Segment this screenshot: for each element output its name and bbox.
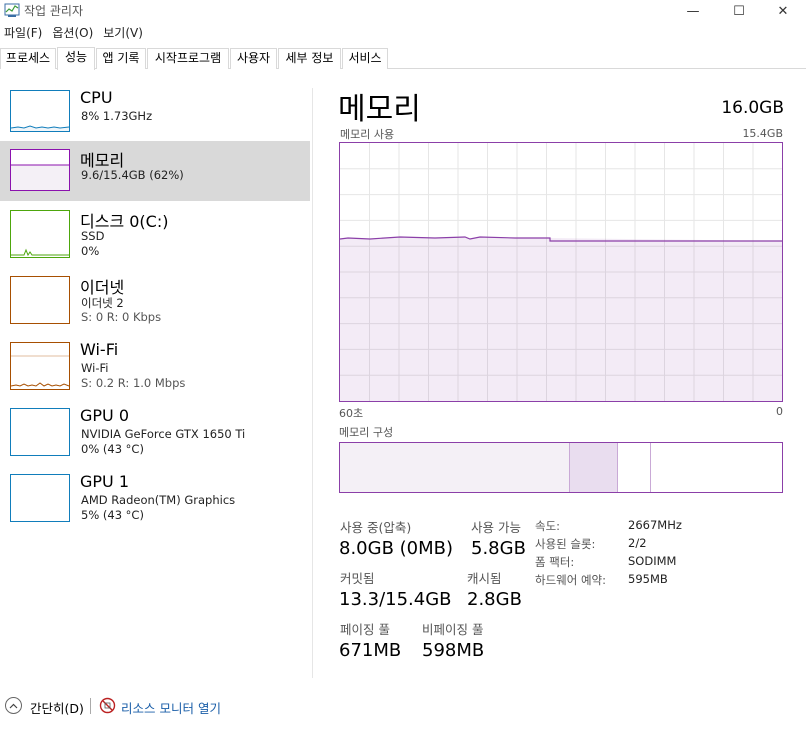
ethernet-thumbnail-graph xyxy=(10,276,70,324)
tab-services[interactable]: 서비스 xyxy=(342,48,388,69)
slots-label: 사용된 슬롯: xyxy=(535,537,596,551)
close-button[interactable]: ✕ xyxy=(760,0,806,22)
disk-type: SSD xyxy=(81,229,105,243)
gpu0-name: NVIDIA GeForce GTX 1650 Ti xyxy=(81,427,246,441)
menu-file[interactable]: 파일(F) xyxy=(0,23,46,43)
composition-standby xyxy=(618,443,651,492)
memory-usage-graph xyxy=(339,142,783,402)
device-list: CPU 8% 1.73GHz 메모리 9.6/15.4GB (62%) 디스크 … xyxy=(0,70,313,678)
open-resource-monitor-link[interactable]: 리소스 모니터 열기 xyxy=(121,698,221,717)
hardware-reserved-value: 595MB xyxy=(628,572,668,586)
gpu0-thumbnail-graph xyxy=(10,408,70,456)
task-manager-icon xyxy=(4,3,20,17)
speed-label: 속도: xyxy=(535,519,561,533)
composition-modified xyxy=(570,443,618,492)
nonpaged-pool-label: 비페이징 풀 xyxy=(422,622,484,637)
gpu1-thumbnail-graph xyxy=(10,474,70,522)
cpu-thumbnail-graph xyxy=(10,90,70,132)
tab-bar: 프로세스 성능 앱 기록 시작프로그램 사용자 세부 정보 서비스 xyxy=(0,47,806,70)
gpu1-title: GPU 1 xyxy=(80,472,130,491)
gpu0-usage: 0% (43 °C) xyxy=(81,442,144,456)
composition-free xyxy=(651,443,782,492)
ethernet-adapter: 이더넷 2 xyxy=(81,296,124,310)
time-axis-right: 0 xyxy=(776,405,783,418)
gpu1-name: AMD Radeon(TM) Graphics xyxy=(81,493,236,507)
footer: 간단히(D) 리소스 모니터 열기 xyxy=(0,690,806,720)
memory-usage-chart xyxy=(340,143,782,401)
device-cpu[interactable]: CPU 8% 1.73GHz xyxy=(0,84,310,146)
usage-graph-label: 메모리 사용 xyxy=(340,128,395,141)
menu-bar: 파일(F) 옵션(O) 보기(V) xyxy=(0,23,149,43)
composition-in-use xyxy=(340,443,570,492)
menu-options[interactable]: 옵션(O) xyxy=(48,23,97,43)
cpu-usage: 8% 1.73GHz xyxy=(81,109,153,123)
tab-processes[interactable]: 프로세스 xyxy=(0,48,56,69)
wifi-thumbnail-graph xyxy=(10,342,70,390)
wifi-adapter: Wi-Fi xyxy=(81,361,109,375)
menu-view[interactable]: 보기(V) xyxy=(99,23,147,43)
resource-monitor-icon[interactable] xyxy=(99,697,116,714)
available-label: 사용 가능 xyxy=(471,520,521,535)
device-memory[interactable]: 메모리 9.6/15.4GB (62%) xyxy=(0,141,310,201)
ethernet-throughput: S: 0 R: 0 Kbps xyxy=(81,310,162,324)
slots-value: 2/2 xyxy=(628,536,647,550)
in-use-label: 사용 중(압축) xyxy=(340,520,412,535)
memory-usage: 9.6/15.4GB (62%) xyxy=(81,168,184,182)
chevron-up-icon[interactable] xyxy=(5,697,22,714)
nonpaged-pool-value: 598MB xyxy=(422,640,485,661)
paged-pool-value: 671MB xyxy=(339,640,402,661)
composition-label: 메모리 구성 xyxy=(339,426,394,439)
disk-thumbnail-graph xyxy=(10,210,70,258)
pane-divider xyxy=(312,88,313,678)
tab-performance[interactable]: 성능 xyxy=(57,47,95,70)
memory-total: 16.0GB xyxy=(721,98,784,118)
device-ethernet[interactable]: 이더넷 이더넷 2 S: 0 R: 0 Kbps xyxy=(0,270,310,332)
device-wifi[interactable]: Wi-Fi Wi-Fi S: 0.2 R: 1.0 Mbps xyxy=(0,336,310,398)
in-use-value: 8.0GB (0MB) xyxy=(339,538,454,559)
committed-label: 커밋됨 xyxy=(340,571,375,586)
cached-value: 2.8GB xyxy=(467,589,522,610)
memory-composition-bar xyxy=(339,442,783,493)
hardware-reserved-label: 하드웨어 예약: xyxy=(535,573,607,587)
paged-pool-label: 페이징 풀 xyxy=(340,622,390,637)
speed-value: 2667MHz xyxy=(628,518,682,532)
available-value: 5.8GB xyxy=(471,538,526,559)
minimize-button[interactable]: — xyxy=(670,0,716,22)
tab-startup[interactable]: 시작프로그램 xyxy=(147,48,229,69)
fewer-details-button[interactable]: 간단히(D) xyxy=(30,698,84,717)
time-axis-left: 60초 xyxy=(339,407,364,420)
title-bar: 작업 관리자 — ☐ ✕ xyxy=(0,0,806,22)
tab-app-history[interactable]: 앱 기록 xyxy=(96,48,146,69)
cpu-title: CPU xyxy=(80,88,113,107)
gpu0-title: GPU 0 xyxy=(80,406,130,425)
tab-users[interactable]: 사용자 xyxy=(230,48,277,69)
memory-thumbnail-graph xyxy=(10,149,70,191)
device-disk[interactable]: 디스크 0(C:) SSD 0% xyxy=(0,204,310,266)
page-title: 메모리 xyxy=(338,92,421,127)
window-title: 작업 관리자 xyxy=(24,4,84,18)
tab-details[interactable]: 세부 정보 xyxy=(278,48,341,69)
usage-graph-max: 15.4GB xyxy=(742,127,783,140)
form-factor-value: SODIMM xyxy=(628,554,677,568)
device-gpu0[interactable]: GPU 0 NVIDIA GeForce GTX 1650 Ti 0% (43 … xyxy=(0,402,310,464)
committed-value: 13.3/15.4GB xyxy=(339,589,452,610)
gpu1-usage: 5% (43 °C) xyxy=(81,508,144,522)
maximize-button[interactable]: ☐ xyxy=(716,0,762,22)
wifi-title: Wi-Fi xyxy=(80,340,119,359)
form-factor-label: 폼 팩터: xyxy=(535,555,575,569)
footer-divider xyxy=(90,698,91,714)
usage-area xyxy=(340,237,782,401)
wifi-throughput: S: 0.2 R: 1.0 Mbps xyxy=(81,376,186,390)
disk-usage: 0% xyxy=(81,244,100,258)
device-gpu1[interactable]: GPU 1 AMD Radeon(TM) Graphics 5% (43 °C) xyxy=(0,468,310,530)
cached-label: 캐시됨 xyxy=(467,571,502,586)
